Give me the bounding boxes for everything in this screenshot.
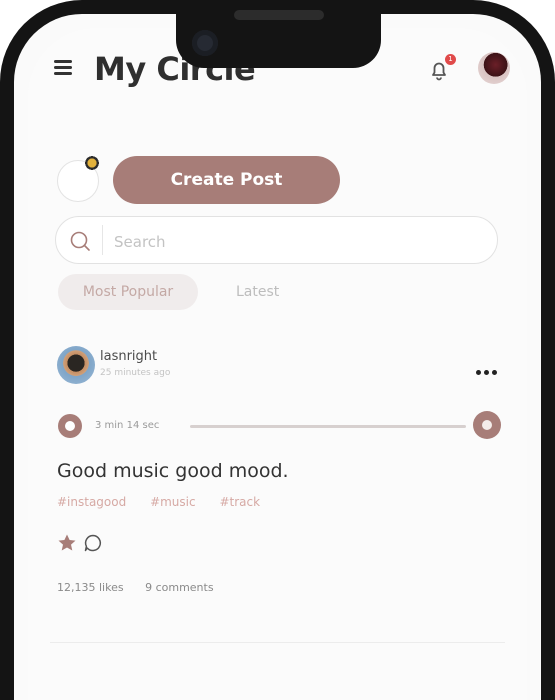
search-icon (70, 231, 90, 251)
comment-icon[interactable] (83, 533, 103, 553)
phone-screen (28, 28, 527, 700)
phone-speaker (234, 10, 324, 20)
hashtag[interactable]: #music (150, 495, 196, 509)
post-username[interactable]: lasnright (100, 349, 157, 364)
divider (50, 642, 505, 643)
tab-latest[interactable]: Latest (236, 274, 279, 310)
hashtag[interactable]: #track (219, 495, 260, 509)
audio-progress-track[interactable] (190, 425, 466, 428)
composer-avatar-decoration (84, 155, 100, 171)
audio-duration: 3 min 14 sec (95, 420, 160, 431)
search-input[interactable] (112, 229, 476, 255)
post-author-avatar[interactable] (57, 346, 95, 384)
post-timestamp: 25 minutes ago (100, 368, 171, 378)
post-stats: 12,135 likes 9 comments (57, 581, 232, 594)
likes-count[interactable]: 12,135 likes (57, 581, 124, 594)
create-post-button[interactable]: Create Post (113, 156, 340, 204)
audio-play-button[interactable] (58, 414, 82, 438)
hashtag[interactable]: #instagood (57, 495, 126, 509)
composer-avatar (57, 155, 100, 202)
camera-icon (192, 30, 218, 56)
user-avatar[interactable] (478, 52, 510, 84)
more-options-icon[interactable] (476, 360, 502, 375)
tab-most-popular[interactable]: Most Popular (58, 274, 198, 310)
comments-count[interactable]: 9 comments (145, 581, 214, 594)
hamburger-icon[interactable] (54, 60, 72, 75)
search-bar[interactable] (55, 216, 498, 264)
hashtag-list: #instagood #music #track (57, 495, 280, 509)
post-text: Good music good mood. (57, 460, 289, 482)
star-icon[interactable] (57, 533, 77, 553)
notification-badge: 1 (445, 54, 456, 65)
audio-stop-button[interactable] (473, 411, 501, 439)
search-divider (102, 225, 103, 255)
